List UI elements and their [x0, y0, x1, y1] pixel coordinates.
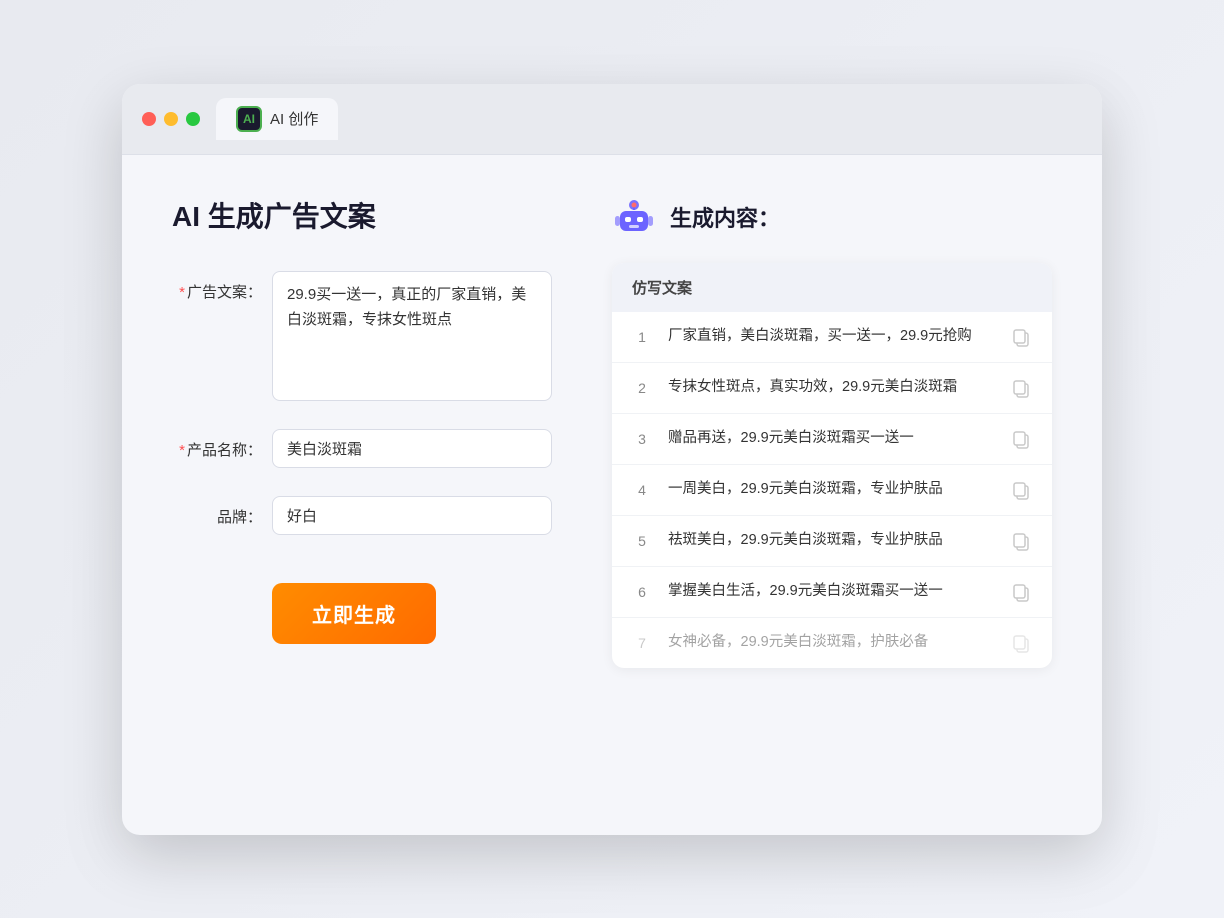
content-area: AI 生成广告文案 *广告文案： 29.9买一送一，真正的厂家直销，美白淡斑霜，…: [122, 155, 1102, 835]
result-row-4: 4 一周美白，29.9元美白淡斑霜，专业护肤品: [612, 465, 1052, 516]
ai-logo-icon: AI: [236, 106, 262, 132]
minimize-button[interactable]: [164, 112, 178, 126]
result-text-1: 厂家直销，美白淡斑霜，买一送一，29.9元抢购: [668, 326, 994, 348]
result-row-5: 5 祛斑美白，29.9元美白淡斑霜，专业护肤品: [612, 516, 1052, 567]
required-star-2: *: [179, 442, 185, 459]
right-header: 生成内容：: [612, 195, 1052, 239]
tab-label: AI 创作: [270, 108, 318, 129]
left-panel: AI 生成广告文案 *广告文案： 29.9买一送一，真正的厂家直销，美白淡斑霜，…: [172, 195, 552, 795]
title-bar: AI AI 创作: [122, 84, 1102, 155]
result-row-2: 2 专抹女性斑点，真实功效，29.9元美白淡斑霜: [612, 363, 1052, 414]
required-star: *: [179, 284, 185, 301]
ad-copy-row: *广告文案： 29.9买一送一，真正的厂家直销，美白淡斑霜，专抹女性斑点: [172, 271, 552, 401]
generate-button[interactable]: 立即生成: [272, 583, 436, 644]
right-title: 生成内容：: [670, 201, 780, 233]
copy-icon-2[interactable]: [1010, 377, 1032, 399]
product-name-label: *产品名称：: [172, 429, 262, 460]
copy-icon-6[interactable]: [1010, 581, 1032, 603]
result-text-4: 一周美白，29.9元美白淡斑霜，专业护肤品: [668, 479, 994, 501]
results-card: 仿写文案 1 厂家直销，美白淡斑霜，买一送一，29.9元抢购 2 专抹女性斑点，…: [612, 263, 1052, 668]
ad-copy-label: *广告文案：: [172, 271, 262, 302]
copy-icon-5[interactable]: [1010, 530, 1032, 552]
product-name-row: *产品名称：: [172, 429, 552, 468]
result-row-7: 7 女神必备，29.9元美白淡斑霜，护肤必备: [612, 618, 1052, 668]
result-num-4: 4: [632, 482, 652, 498]
result-row-1: 1 厂家直销，美白淡斑霜，买一送一，29.9元抢购: [612, 312, 1052, 363]
maximize-button[interactable]: [186, 112, 200, 126]
result-text-2: 专抹女性斑点，真实功效，29.9元美白淡斑霜: [668, 377, 994, 399]
result-num-6: 6: [632, 584, 652, 600]
result-text-3: 赠品再送，29.9元美白淡斑霜买一送一: [668, 428, 994, 450]
ad-copy-input[interactable]: 29.9买一送一，真正的厂家直销，美白淡斑霜，专抹女性斑点: [272, 271, 552, 401]
copy-icon-4[interactable]: [1010, 479, 1032, 501]
result-text-5: 祛斑美白，29.9元美白淡斑霜，专业护肤品: [668, 530, 994, 552]
results-header: 仿写文案: [612, 263, 1052, 312]
robot-icon: [612, 195, 656, 239]
ai-creation-tab[interactable]: AI AI 创作: [216, 98, 338, 140]
result-num-7: 7: [632, 635, 652, 651]
result-row-6: 6 掌握美白生活，29.9元美白淡斑霜买一送一: [612, 567, 1052, 618]
product-name-input[interactable]: [272, 429, 552, 468]
right-panel: 生成内容： 仿写文案 1 厂家直销，美白淡斑霜，买一送一，29.9元抢购 2 专…: [612, 195, 1052, 795]
result-num-5: 5: [632, 533, 652, 549]
brand-input[interactable]: [272, 496, 552, 535]
result-num-1: 1: [632, 329, 652, 345]
result-row-3: 3 赠品再送，29.9元美白淡斑霜买一送一: [612, 414, 1052, 465]
page-title: AI 生成广告文案: [172, 195, 552, 235]
browser-window: AI AI 创作 AI 生成广告文案 *广告文案： 29.9买一送一，真正的厂家…: [122, 84, 1102, 835]
copy-icon-1[interactable]: [1010, 326, 1032, 348]
traffic-lights: [142, 112, 200, 126]
brand-row: 品牌：: [172, 496, 552, 535]
copy-icon-3[interactable]: [1010, 428, 1032, 450]
result-text-6: 掌握美白生活，29.9元美白淡斑霜买一送一: [668, 581, 994, 603]
brand-label: 品牌：: [172, 496, 262, 527]
result-num-2: 2: [632, 380, 652, 396]
result-text-7: 女神必备，29.9元美白淡斑霜，护肤必备: [668, 632, 994, 654]
copy-icon-7[interactable]: [1010, 632, 1032, 654]
result-num-3: 3: [632, 431, 652, 447]
close-button[interactable]: [142, 112, 156, 126]
